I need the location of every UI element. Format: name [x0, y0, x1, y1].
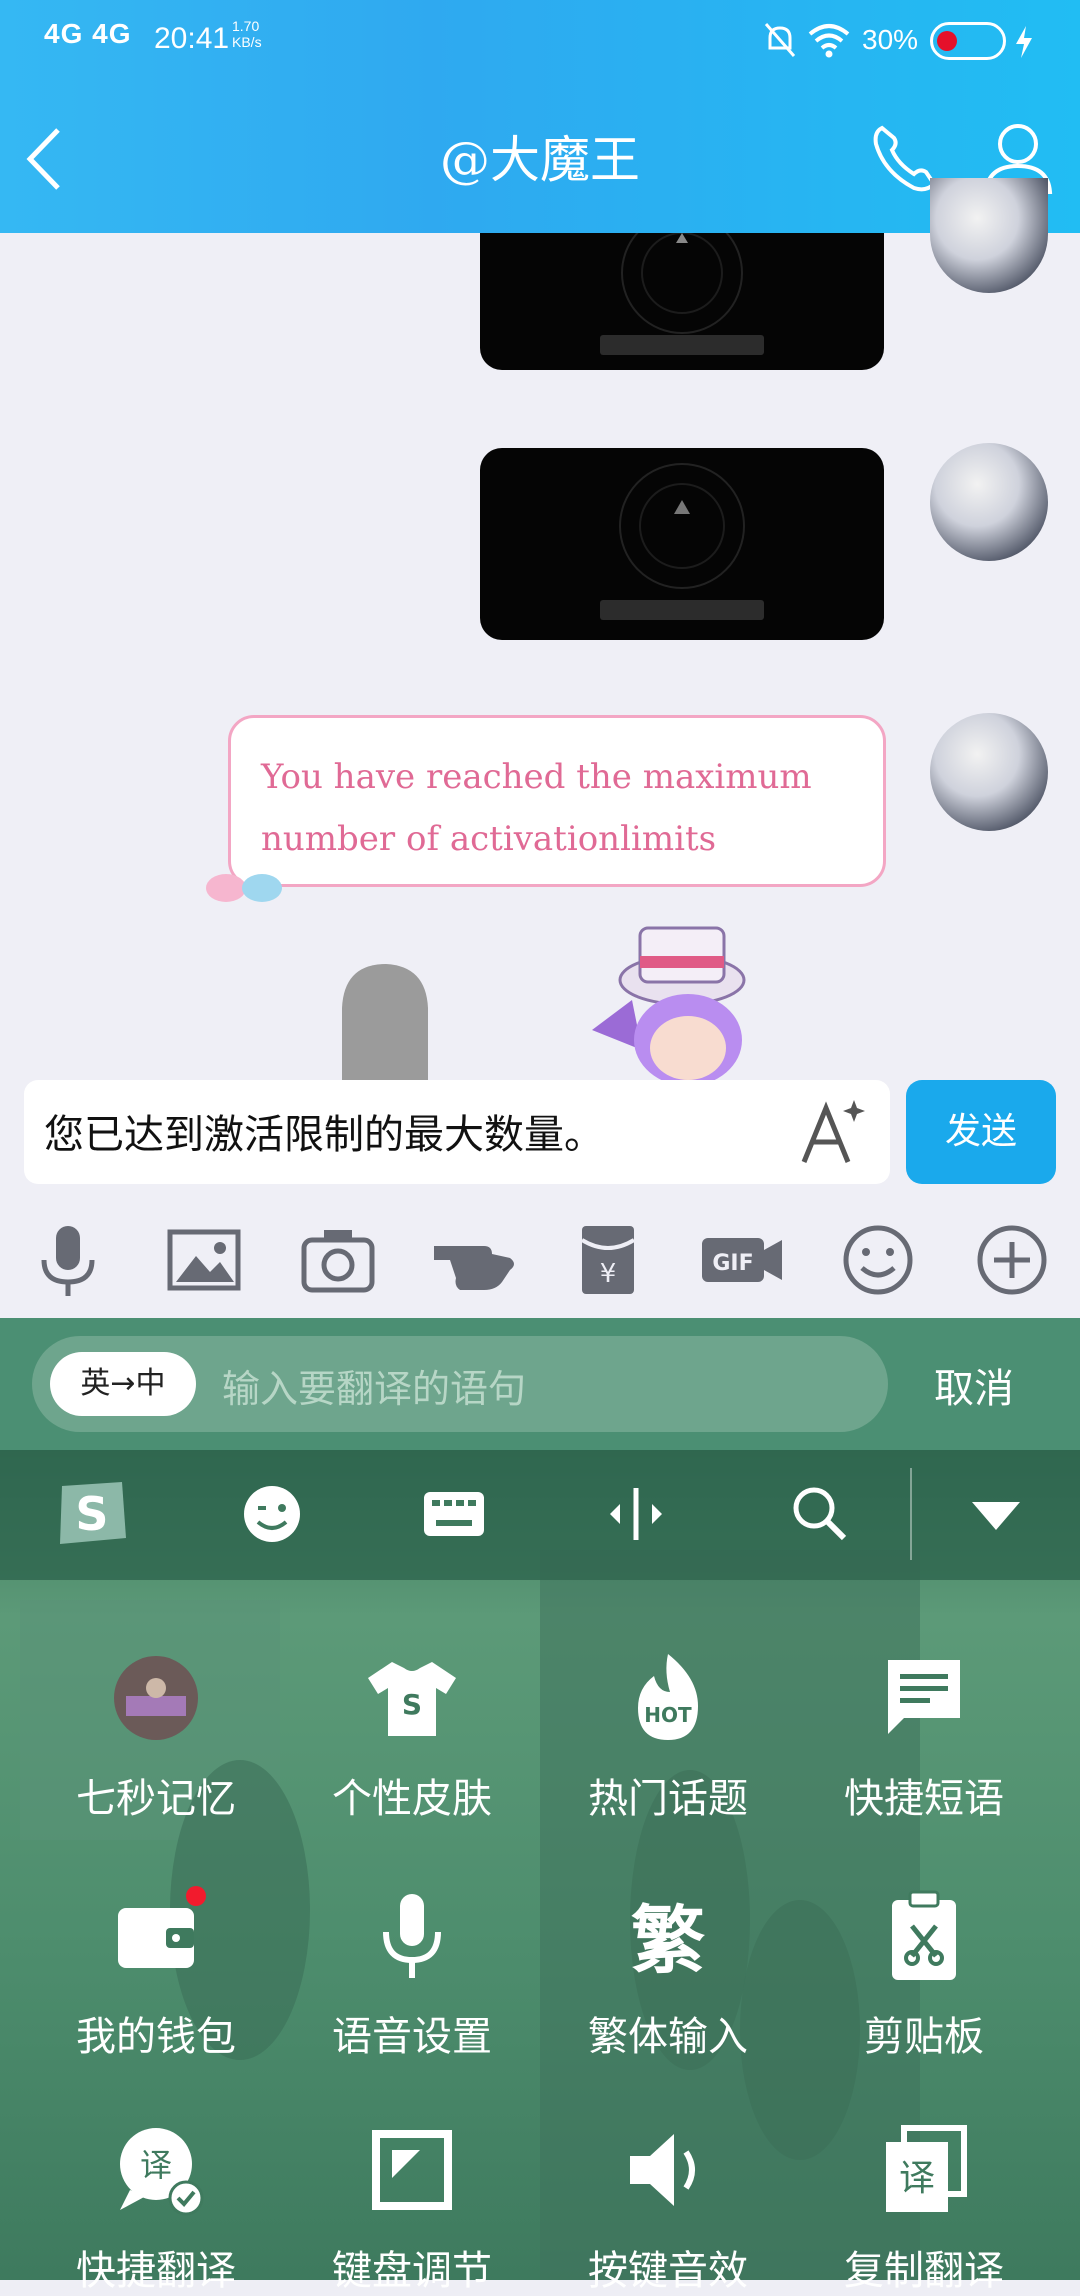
camera-icon[interactable] [298, 1220, 378, 1300]
svg-text:S: S [402, 1688, 422, 1721]
chat-toolbar [0, 1200, 1080, 1320]
grid-label: 七秒记忆 [76, 1776, 236, 1822]
image-icon[interactable] [164, 1220, 244, 1300]
emoji-icon[interactable] [838, 1220, 918, 1300]
grid-item-memory[interactable]: 七秒记忆 [36, 1648, 276, 1824]
grid-item-quick-translate[interactable]: 译 快捷翻译 [36, 2120, 276, 2296]
text-style-icon[interactable] [796, 1096, 868, 1168]
language-direction-toggle[interactable]: 英→中 [50, 1352, 196, 1416]
grid-item-traditional[interactable]: 繁 繁体输入 [548, 1886, 788, 2062]
grid-label: 剪贴板 [864, 2014, 984, 2060]
svg-text:¥: ¥ [600, 1259, 617, 1289]
cursor-move-icon[interactable] [600, 1478, 672, 1550]
teacup-sticker-icon [196, 858, 296, 908]
microphone-icon [362, 1886, 462, 1986]
collapse-arrow-icon[interactable] [960, 1478, 1032, 1550]
svg-text:HOT: HOT [644, 1703, 692, 1727]
battery-percent: 30% [862, 24, 919, 55]
traditional-char-icon: 繁 [618, 1886, 718, 1986]
translate-bubble-icon: 译 [106, 2120, 206, 2220]
user-avatar[interactable] [930, 713, 1048, 831]
grid-label: 语音设置 [332, 2014, 492, 2060]
network-speed: 1.70 KB/s [232, 18, 262, 50]
user-avatar[interactable] [930, 178, 1048, 293]
tshirt-icon: S [362, 1648, 462, 1748]
svg-text:译: 译 [140, 2146, 172, 2184]
video-message-1[interactable] [480, 233, 884, 370]
grid-label: 繁体输入 [588, 2014, 748, 2060]
toolbar-divider [910, 1468, 912, 1560]
grid-item-clipboard[interactable]: 剪贴板 [804, 1886, 1044, 2062]
message-input-text: 您已达到激活限制的最大数量。 [44, 1112, 604, 1158]
speaker-icon [618, 2120, 718, 2220]
charging-icon [1012, 24, 1036, 60]
microphone-icon[interactable] [28, 1220, 108, 1300]
network-indicator: 4G 4G [44, 18, 132, 49]
keyboard-toolbar [0, 1450, 1080, 1580]
grid-label: 快捷翻译 [76, 2248, 236, 2294]
grid-item-voice-settings[interactable]: 语音设置 [292, 1886, 532, 2062]
search-icon[interactable] [784, 1478, 856, 1550]
avatar-photo-icon [106, 1648, 206, 1748]
svg-text:S: S [75, 1487, 108, 1541]
status-time: 20:41 [154, 22, 230, 55]
cancel-button[interactable]: 取消 [934, 1356, 1014, 1414]
wifi-icon [806, 20, 852, 60]
mute-bell-icon [762, 20, 798, 60]
message-bubble[interactable]: You have reached the maximum number of a… [228, 715, 886, 887]
grid-item-hot-topics[interactable]: HOT 热门话题 [548, 1648, 788, 1824]
grid-label: 热门话题 [588, 1776, 748, 1822]
svg-text:繁: 繁 [631, 1898, 705, 1984]
message-icon [874, 1648, 974, 1748]
gif-icon[interactable]: GIF [700, 1220, 784, 1300]
emoji-wink-icon[interactable] [236, 1478, 308, 1550]
send-button[interactable]: 发送 [906, 1080, 1056, 1184]
plus-icon[interactable] [972, 1220, 1052, 1300]
message-input[interactable]: 您已达到激活限制的最大数量。 [24, 1080, 890, 1184]
keyboard-icon[interactable] [418, 1478, 490, 1550]
magician-sticker [592, 920, 792, 1086]
message-text: You have reached the maximum number of a… [261, 757, 812, 859]
user-avatar[interactable] [930, 443, 1048, 561]
grid-item-wallet[interactable]: 我的钱包 [36, 1886, 276, 2062]
grid-label: 复制翻译 [844, 2248, 1004, 2294]
grid-item-key-sound[interactable]: 按键音效 [548, 2120, 788, 2296]
resize-icon [362, 2120, 462, 2220]
grid-item-copy-translate[interactable]: 译 复制翻译 [804, 2120, 1044, 2296]
grid-label: 个性皮肤 [332, 1776, 492, 1822]
grid-label: 键盘调节 [332, 2248, 492, 2294]
poke-hand-icon[interactable] [430, 1220, 520, 1300]
sogou-logo-icon[interactable]: S [52, 1478, 132, 1550]
hot-flame-icon: HOT [618, 1648, 718, 1748]
battery-icon [930, 22, 1006, 60]
clipboard-icon [874, 1886, 974, 1986]
red-envelope-icon[interactable]: ¥ [568, 1220, 648, 1300]
video-message-2[interactable] [480, 448, 884, 640]
grid-label: 快捷短语 [844, 1776, 1004, 1822]
svg-text:GIF: GIF [712, 1251, 753, 1276]
notification-dot [186, 1886, 206, 1906]
translate-placeholder: 输入要翻译的语句 [222, 1367, 527, 1411]
copy-translate-icon: 译 [874, 2120, 974, 2220]
wallet-icon [106, 1886, 206, 1986]
grid-label: 按键音效 [588, 2248, 748, 2294]
grid-label: 我的钱包 [76, 2014, 236, 2060]
person-silhouette-sticker [322, 958, 446, 1080]
grid-item-quick-phrases[interactable]: 快捷短语 [804, 1648, 1044, 1824]
grid-item-keyboard-adjust[interactable]: 键盘调节 [292, 2120, 532, 2296]
svg-text:译: 译 [899, 2158, 935, 2199]
grid-item-skin[interactable]: S 个性皮肤 [292, 1648, 532, 1824]
